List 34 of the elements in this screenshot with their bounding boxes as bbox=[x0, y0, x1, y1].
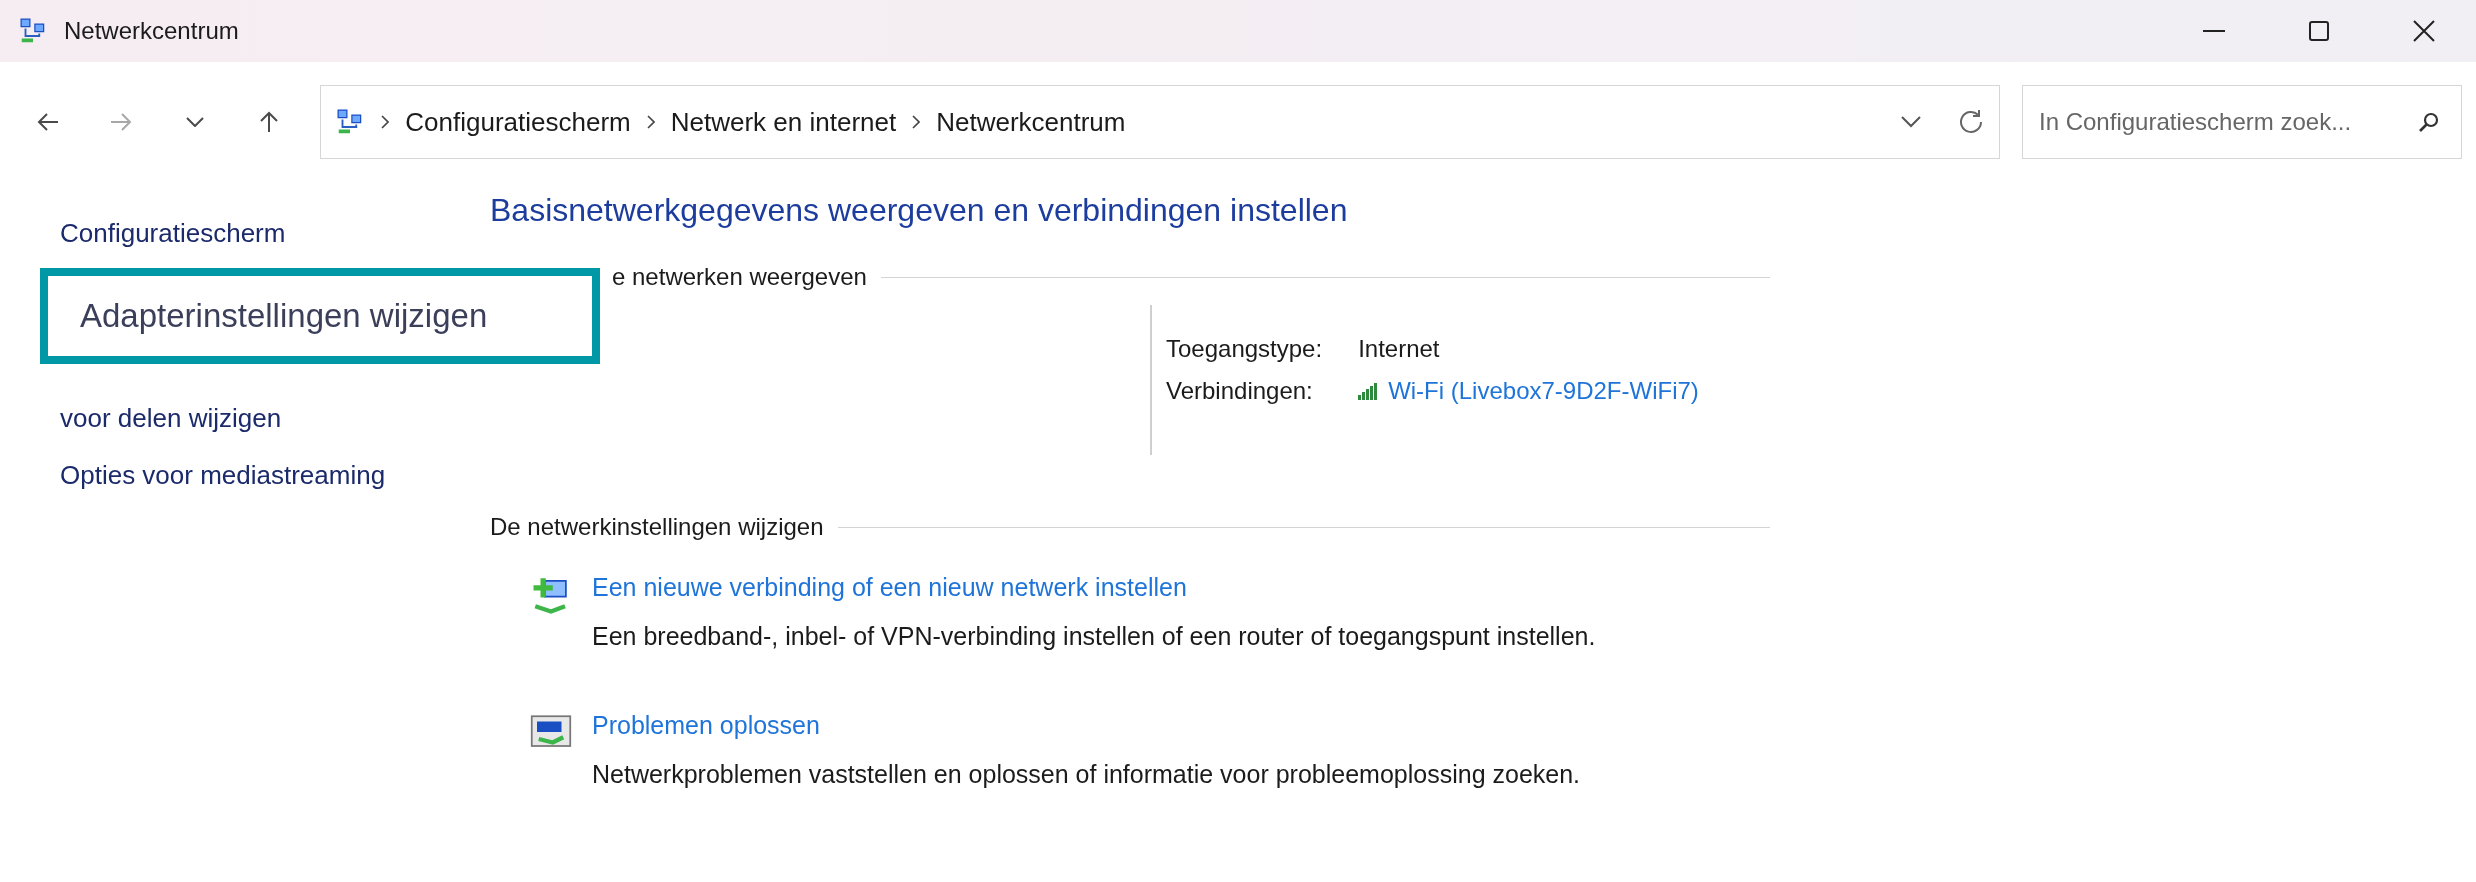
breadcrumb-item[interactable]: Configuratiescherm bbox=[405, 106, 631, 138]
address-bar[interactable]: Configuratiescherm Netwerk en internet Netwerkcentrum bbox=[320, 85, 2000, 159]
task-link[interactable]: Een nieuwe verbinding of een nieuw netwerk instellen bbox=[592, 573, 1596, 602]
sidebar-link[interactable]: Configuratiescherm bbox=[60, 218, 286, 249]
breadcrumb-item[interactable]: Netwerkcentrum bbox=[936, 106, 1126, 138]
page-title: Basisnetwerkgegevens weergeven en verbindingen instellen bbox=[490, 192, 1349, 229]
breadcrumb-item[interactable]: Netwerk en internet bbox=[670, 106, 897, 138]
minimize-icon bbox=[2202, 30, 2225, 32]
task-description: Netwerkproblemen vaststellen en oplossen of informatie voor probleemoplossing zoeken. bbox=[592, 760, 1581, 789]
up-icon bbox=[258, 111, 279, 133]
window-title: Netwerkcentrum bbox=[64, 17, 239, 45]
section-heading: e netwerken weergeven bbox=[612, 263, 867, 291]
sidebar-link[interactable]: Opties voor mediastreaming bbox=[60, 460, 386, 491]
task-link[interactable]: Problemen oplossen bbox=[592, 711, 1581, 740]
task-description: Een breedband-, inbel- of VPN-verbinding instellen of een router of toegangspunt instellen. bbox=[592, 622, 1596, 651]
chevron-down-icon[interactable] bbox=[1901, 116, 1921, 128]
close-icon bbox=[2412, 20, 2435, 42]
info-label: Verbindingen: bbox=[1166, 377, 1314, 405]
chevron-down-icon bbox=[185, 117, 204, 127]
info-label: Toegangstype: bbox=[1166, 335, 1323, 363]
section-heading: De netwerkinstellingen wijzigen bbox=[490, 513, 824, 541]
forward-icon bbox=[110, 112, 133, 132]
search-icon bbox=[2418, 111, 2440, 133]
highlight-callout: Adapterinstellingen wijzigen bbox=[40, 268, 600, 364]
refresh-icon[interactable] bbox=[1957, 108, 1985, 136]
chevron-right-icon bbox=[381, 115, 390, 129]
connection-link[interactable]: Wi-Fi (Livebox7-9D2F-WiFi7) bbox=[1388, 377, 1699, 405]
search-field[interactable]: In Configuratiescherm zoek... bbox=[2022, 85, 2462, 159]
chevron-right-icon bbox=[912, 115, 921, 129]
maximize-icon bbox=[2308, 21, 2329, 41]
sidebar-link[interactable]: voor delen wijzigen bbox=[60, 403, 282, 434]
chevron-right-icon bbox=[646, 115, 655, 129]
back-icon bbox=[36, 112, 59, 132]
info-value: Internet bbox=[1358, 335, 1441, 363]
